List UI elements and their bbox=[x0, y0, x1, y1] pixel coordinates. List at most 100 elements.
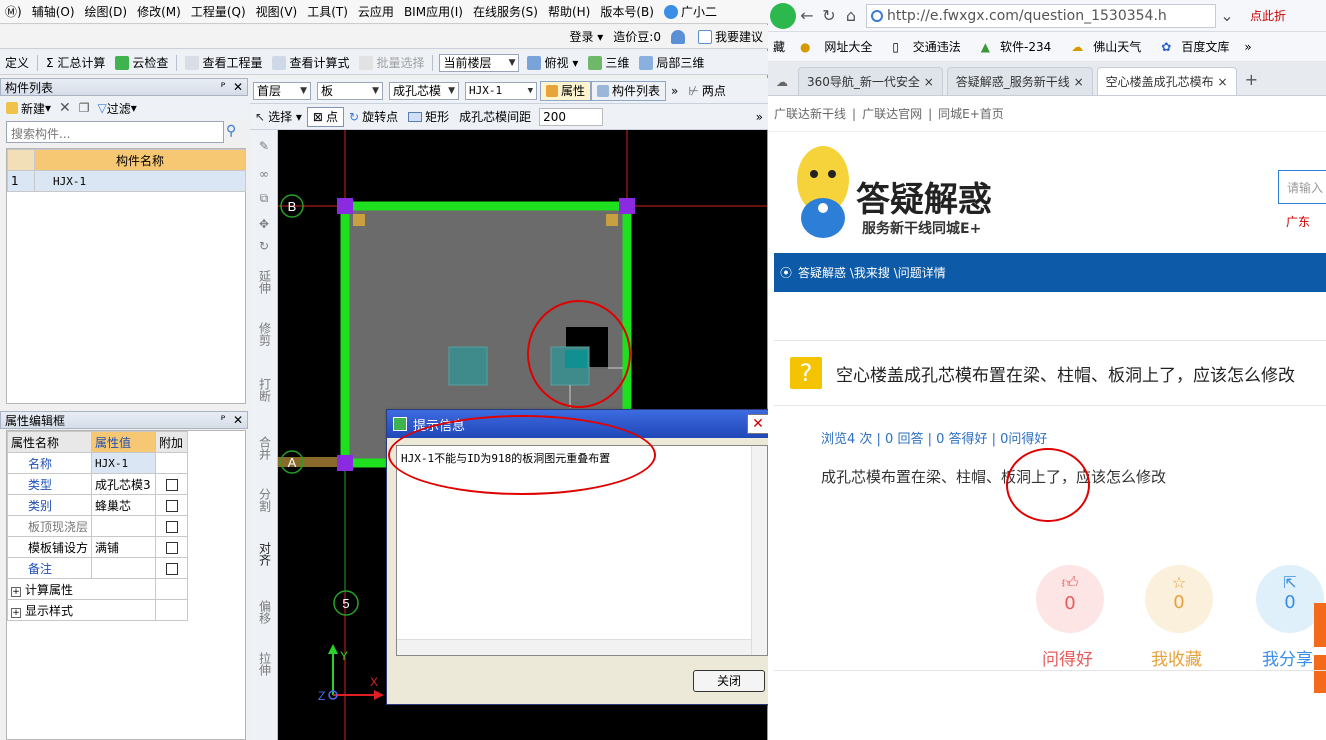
menu-item-version[interactable]: 版本号(B) bbox=[595, 3, 659, 20]
two-points-button[interactable]: ⊬ 两点 bbox=[683, 82, 730, 99]
rectangle-button[interactable]: 矩形 bbox=[403, 108, 454, 125]
split-tool[interactable]: 分割 bbox=[254, 488, 274, 515]
site-search-input[interactable]: 请输入 bbox=[1278, 170, 1326, 204]
expand-icon[interactable]: + bbox=[11, 607, 21, 618]
menu-item-quantity[interactable]: 工程量(Q) bbox=[186, 3, 251, 20]
break-tool[interactable]: 打断 bbox=[254, 378, 274, 405]
menu-item-view[interactable]: 视图(V) bbox=[251, 3, 303, 20]
expand-icon[interactable]: + bbox=[11, 586, 21, 597]
point-button[interactable]: ⊠ 点 bbox=[306, 106, 344, 127]
batch-select-button[interactable]: 批量选择 bbox=[354, 54, 429, 71]
menu-item-cloud[interactable]: 云应用 bbox=[353, 3, 399, 20]
back-icon[interactable]: ← bbox=[796, 5, 818, 27]
favorite-label[interactable]: 我收藏 bbox=[1151, 645, 1202, 670]
additional-checkbox[interactable] bbox=[165, 478, 178, 491]
table-row[interactable]: 1 HJX-1 bbox=[7, 170, 246, 192]
new-button[interactable]: 新建 ▾ bbox=[6, 100, 51, 117]
dropdown-icon[interactable]: ⌄ bbox=[1216, 5, 1238, 27]
link-glodon-official[interactable]: 广联达官网 bbox=[856, 105, 928, 122]
dialog-close-icon[interactable]: ✕ bbox=[747, 414, 769, 434]
link-glodon-newline[interactable]: 广联达新干线 bbox=[768, 105, 852, 122]
additional-checkbox[interactable] bbox=[165, 562, 178, 575]
vertical-scrollbar[interactable] bbox=[751, 446, 767, 655]
favorite-button[interactable]: ☆ 0 bbox=[1145, 565, 1213, 633]
category-select[interactable]: 成孔芯模 ▼ bbox=[389, 81, 459, 100]
cloud-check-button[interactable]: 云检查 bbox=[110, 54, 173, 71]
partial-3d-button[interactable]: 局部三维 bbox=[634, 54, 709, 71]
close-button[interactable]: 关闭 bbox=[693, 670, 765, 692]
link-city-home[interactable]: 同城E+首页 bbox=[932, 105, 1010, 122]
horizontal-scrollbar[interactable] bbox=[397, 639, 751, 655]
property-row[interactable]: 类型 成孔芯模3 bbox=[6, 473, 188, 495]
extend-tool[interactable]: 延伸 bbox=[254, 270, 274, 297]
define-button[interactable]: 定义 bbox=[0, 54, 34, 71]
menu-item-0[interactable]: Ⓜ) bbox=[0, 3, 27, 20]
bookmark-item[interactable]: ● 网址大全 bbox=[790, 38, 882, 55]
chain-icon[interactable]: ∞ bbox=[254, 168, 274, 181]
rotate-icon[interactable]: ↻ bbox=[254, 240, 274, 253]
mirror-icon[interactable]: ⧉ bbox=[254, 192, 274, 205]
brush-icon[interactable]: ✎ bbox=[254, 140, 274, 153]
bookmark-item[interactable]: ☁ 佛山天气 bbox=[1061, 38, 1151, 55]
spacing-input[interactable]: 200 bbox=[539, 107, 604, 126]
menu-item-axis[interactable]: 辅轴(O) bbox=[27, 3, 80, 20]
menu-item-online[interactable]: 在线服务(S) bbox=[468, 3, 543, 20]
copy-icon[interactable]: ❐ bbox=[79, 101, 90, 115]
align-tool[interactable]: 对齐 bbox=[254, 542, 274, 569]
property-row[interactable]: 模板铺设方 满铺 bbox=[6, 536, 188, 558]
home-icon[interactable]: ⌂ bbox=[840, 5, 862, 27]
menu-item-assistant[interactable]: 广小二 bbox=[659, 3, 722, 20]
bookmark-item[interactable]: ▯ 交通违法 bbox=[882, 38, 970, 55]
more-icon[interactable]: » bbox=[751, 110, 768, 124]
bookmark-item[interactable]: 藏 bbox=[768, 38, 790, 55]
offset-tool[interactable]: 偏移 bbox=[254, 600, 274, 627]
additional-checkbox[interactable] bbox=[165, 541, 178, 554]
menu-item-modify[interactable]: 修改(M) bbox=[132, 3, 186, 20]
stretch-tool[interactable]: 拉伸 bbox=[254, 652, 274, 679]
view-formula-button[interactable]: 查看计算式 bbox=[267, 54, 354, 71]
side-float-tab[interactable] bbox=[1314, 603, 1326, 647]
menu-item-tools[interactable]: 工具(T) bbox=[302, 3, 353, 20]
additional-checkbox[interactable] bbox=[165, 520, 178, 533]
current-floor-select[interactable]: 当前楼层 ▼ bbox=[439, 53, 520, 72]
point-here-link[interactable]: 点此折 bbox=[1250, 7, 1286, 24]
merge-tool[interactable]: 合并 bbox=[254, 436, 274, 463]
property-row[interactable]: 板顶现浇层 bbox=[6, 515, 188, 537]
search-icon[interactable]: ⚲ bbox=[226, 123, 244, 141]
property-group-row[interactable]: + 计算属性 bbox=[7, 578, 188, 600]
suggest-button[interactable]: 我要建议 bbox=[693, 28, 768, 45]
3d-button[interactable]: 三维 bbox=[583, 54, 634, 71]
menu-item-bim[interactable]: BIM应用(I) bbox=[399, 3, 468, 20]
url-input[interactable]: http://e.fwxgx.com/question_1530354.h bbox=[866, 3, 1216, 28]
login-button[interactable]: 登录 ▾ bbox=[564, 28, 608, 45]
share-label[interactable]: 我分享 bbox=[1262, 645, 1313, 670]
view-quantity-button[interactable]: 查看工程量 bbox=[180, 54, 267, 71]
cloud-icon[interactable]: ☁ bbox=[776, 75, 788, 89]
more-icon[interactable]: » bbox=[666, 84, 683, 98]
properties-button[interactable]: 属性 bbox=[540, 80, 592, 101]
component-list-button[interactable]: 构件列表 bbox=[591, 80, 667, 101]
bell-icon[interactable] bbox=[666, 29, 693, 44]
additional-checkbox[interactable] bbox=[165, 499, 178, 512]
move-icon[interactable]: ✥ bbox=[254, 218, 274, 231]
trim-tool[interactable]: 修剪 bbox=[254, 322, 274, 349]
component-search-input[interactable]: 搜索构件... bbox=[6, 121, 224, 143]
filter-button[interactable]: ▽ 过滤 ▾ bbox=[98, 100, 137, 117]
top-view-button[interactable]: 俯视 ▾ bbox=[522, 54, 583, 71]
new-tab-icon[interactable]: + bbox=[1245, 70, 1258, 89]
more-icon[interactable]: » bbox=[1239, 40, 1256, 54]
tab-answers[interactable]: 答疑解惑_服务新干线 × bbox=[946, 67, 1093, 95]
property-row[interactable]: 名称 HJX-1 bbox=[6, 452, 188, 474]
select-button[interactable]: ↖ 选择 ▾ bbox=[250, 108, 307, 125]
menu-item-draw[interactable]: 绘图(D) bbox=[80, 3, 133, 20]
side-float-tab[interactable] bbox=[1314, 655, 1326, 693]
tab-360[interactable]: 360导航_新一代安全 × bbox=[798, 67, 943, 95]
element-type-select[interactable]: 板 ▼ bbox=[317, 81, 383, 100]
rotate-point-button[interactable]: ↻ 旋转点 bbox=[344, 108, 403, 125]
property-group-row[interactable]: + 显示样式 bbox=[7, 599, 188, 621]
delete-icon[interactable]: ✕ bbox=[59, 100, 71, 116]
summary-calc-button[interactable]: Σ 汇总计算 bbox=[41, 54, 110, 71]
tab-question[interactable]: 空心楼盖成孔芯模布 × bbox=[1096, 67, 1237, 95]
bookmark-item[interactable]: ▲ 软件-234 bbox=[971, 38, 1061, 55]
menu-item-help[interactable]: 帮助(H) bbox=[543, 3, 595, 20]
